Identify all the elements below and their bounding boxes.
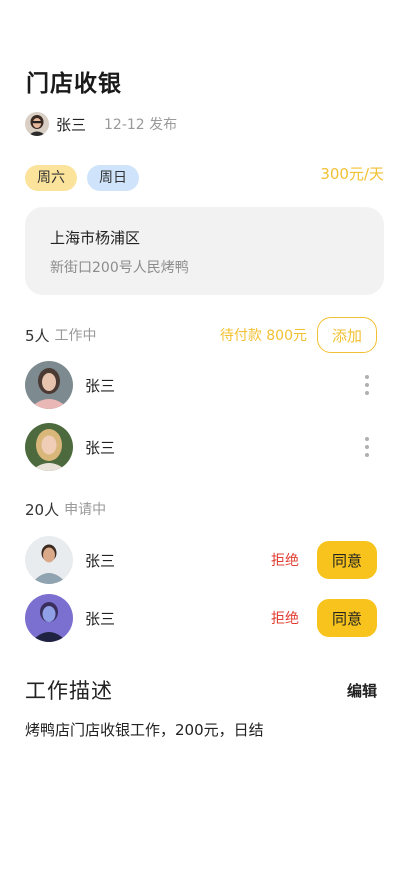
description-title: 工作描述 — [25, 679, 113, 703]
address-card[interactable]: 上海市杨浦区 新街口200号人民烤鸭 — [25, 207, 384, 295]
workers-header: 5人 工作中 待付款 800元 添加 — [25, 317, 377, 353]
more-vertical-icon[interactable] — [357, 372, 377, 398]
applicants-count: 20人 — [25, 500, 60, 519]
address-street: 新街口200号人民烤鸭 — [50, 260, 189, 276]
description-text: 烤鸭店门店收银工作，200元，日结 — [25, 721, 264, 739]
edit-description-button[interactable]: 编辑 — [347, 680, 377, 701]
day-tag-sunday: 周日 — [87, 165, 139, 191]
applicant-name: 张三 — [85, 551, 116, 570]
add-worker-button[interactable]: 添加 — [317, 317, 377, 353]
wage-label: 300元/天 — [320, 165, 384, 183]
workers-status-label: 工作中 — [54, 328, 97, 344]
avatar[interactable] — [25, 361, 73, 409]
publisher-avatar[interactable] — [25, 112, 49, 136]
applicant-row[interactable]: 张三 拒绝 同意 — [25, 594, 377, 642]
day-tag-saturday: 周六 — [25, 165, 77, 191]
workers-count: 5人 — [25, 326, 50, 345]
worker-name: 张三 — [85, 376, 116, 395]
publisher-name: 张三 — [56, 115, 87, 134]
worker-row[interactable]: 张三 — [25, 423, 377, 471]
pending-payment: 待付款 800元 — [219, 328, 307, 344]
avatar[interactable] — [25, 536, 73, 584]
applicants-header: 20人 申请中 — [25, 498, 106, 520]
address-district: 上海市杨浦区 — [50, 229, 141, 247]
more-vertical-icon[interactable] — [357, 434, 377, 460]
agree-button[interactable]: 同意 — [317, 541, 377, 579]
description-header: 工作描述 编辑 — [25, 675, 377, 705]
avatar[interactable] — [25, 594, 73, 642]
worker-row[interactable]: 张三 — [25, 361, 377, 409]
avatar[interactable] — [25, 423, 73, 471]
applicant-row[interactable]: 张三 拒绝 同意 — [25, 536, 377, 584]
applicant-name: 张三 — [85, 609, 116, 628]
applicants-status-label: 申请中 — [64, 502, 107, 518]
reject-button[interactable]: 拒绝 — [271, 608, 299, 628]
agree-button[interactable]: 同意 — [317, 599, 377, 637]
worker-name: 张三 — [85, 438, 116, 457]
publisher-info: 张三 12-12 发布 — [25, 111, 177, 137]
publish-date: 12-12 发布 — [104, 117, 178, 133]
page-title: 门店收银 — [26, 71, 122, 97]
reject-button[interactable]: 拒绝 — [271, 550, 299, 570]
work-days: 周六 周日 — [25, 165, 139, 191]
